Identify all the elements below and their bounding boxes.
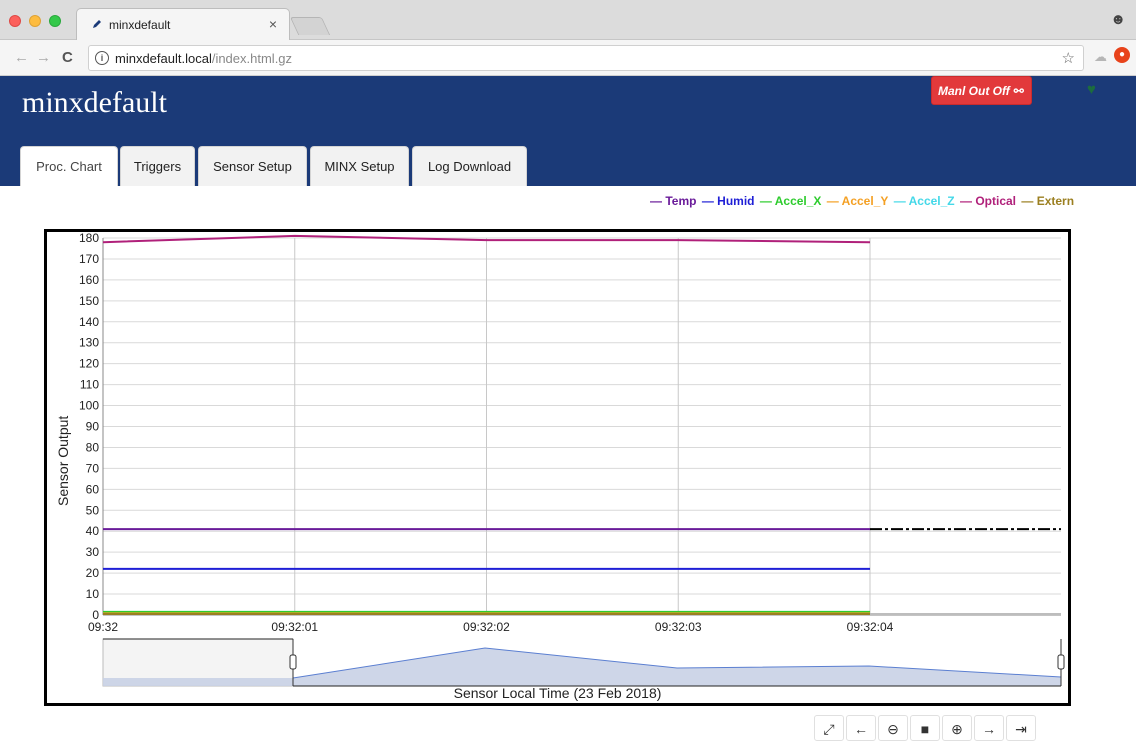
y-tick-label: 180	[79, 232, 99, 245]
y-tick-label: 160	[79, 273, 99, 287]
tab-minx-setup[interactable]: MINX Setup	[310, 146, 409, 186]
legend-item-optical[interactable]: — Optical	[960, 194, 1016, 208]
y-tick-label: 130	[79, 336, 99, 350]
y-axis-label: Sensor Output	[55, 415, 71, 506]
new-tab-button[interactable]	[289, 17, 331, 35]
heartbeat-icon: ♥	[1087, 81, 1096, 98]
y-tick-label: 170	[79, 252, 99, 266]
x-tick-label: 09:32:03	[655, 620, 702, 634]
close-window-button[interactable]	[9, 15, 21, 27]
info-icon[interactable]: i	[95, 51, 109, 65]
legend-item-accel-z[interactable]: — Accel_Z	[894, 194, 955, 208]
x-axis-label: Sensor Local Time (23 Feb 2018)	[453, 685, 662, 701]
app-header: minxdefault Manl Out Off ⚯ ♥ Proc. Chart …	[0, 76, 1136, 186]
y-tick-label: 150	[79, 294, 99, 308]
y-tick-label: 10	[86, 587, 100, 601]
minimize-window-button[interactable]	[29, 15, 41, 27]
y-tick-label: 70	[86, 461, 100, 475]
y-tick-label: 80	[86, 440, 100, 454]
y-tick-label: 40	[86, 524, 100, 538]
maximize-window-button[interactable]	[49, 15, 61, 27]
extension-record-icon[interactable]: ●	[1114, 47, 1130, 63]
zoom-in-icon[interactable]: ⊕	[942, 715, 972, 741]
pan-left-icon[interactable]: ←	[846, 715, 876, 741]
tab-sensor-setup[interactable]: Sensor Setup	[198, 146, 307, 186]
x-tick-label: 09:32:02	[463, 620, 510, 634]
pencil-icon	[93, 20, 101, 28]
x-tick-label: 09:32	[88, 620, 118, 634]
browser-titlebar: minxdefault × ☻	[0, 0, 1136, 40]
x-tick-label: 09:32:04	[847, 620, 894, 634]
address-bar[interactable]: i minxdefault.local/index.html.gz ☆	[88, 45, 1084, 71]
manual-output-button[interactable]: Manl Out Off ⚯	[931, 76, 1032, 105]
chart-legend: — Temp — Humid — Accel_X — Accel_Y — Acc…	[650, 194, 1076, 208]
bookmark-star-icon[interactable]: ☆	[1062, 49, 1075, 67]
reload-icon[interactable]: C	[62, 49, 73, 66]
y-tick-label: 110	[80, 378, 99, 392]
pan-right-icon[interactable]: →	[974, 715, 1004, 741]
y-tick-label: 30	[86, 545, 100, 559]
legend-item-accel-x[interactable]: — Accel_X	[760, 194, 822, 208]
extension-cloud-icon[interactable]: ☁	[1094, 49, 1107, 65]
url-text[interactable]: minxdefault.local/index.html.gz	[115, 51, 292, 66]
y-tick-label: 60	[86, 482, 100, 496]
forward-icon[interactable]: →	[36, 49, 51, 66]
tab-log-download[interactable]: Log Download	[412, 146, 527, 186]
y-tick-label: 20	[86, 566, 100, 580]
tab-close-icon[interactable]: ×	[269, 16, 277, 32]
tab-title: minxdefault	[109, 18, 171, 32]
legend-item-temp[interactable]: — Temp	[650, 194, 696, 208]
zoom-out-icon[interactable]: ⊖	[878, 715, 908, 741]
stop-icon[interactable]: ■	[910, 715, 940, 741]
range-handle	[289, 654, 297, 670]
y-tick-label: 120	[79, 357, 99, 371]
legend-item-accel-y[interactable]: — Accel_Y	[827, 194, 889, 208]
legend-item-humid[interactable]: — Humid	[702, 194, 755, 208]
plug-icon: ⚯	[1013, 84, 1024, 98]
tab-proc-chart[interactable]: Proc. Chart	[20, 146, 118, 186]
back-icon[interactable]: ←	[14, 49, 29, 66]
tab-triggers[interactable]: Triggers	[120, 146, 195, 186]
profile-icon[interactable]: ☻	[1110, 11, 1126, 28]
y-tick-label: 50	[86, 503, 100, 517]
go-latest-icon[interactable]: ⇥	[1006, 715, 1036, 741]
y-tick-label: 90	[86, 420, 100, 434]
y-tick-label: 140	[79, 315, 99, 329]
y-tick-label: 100	[79, 399, 99, 413]
app-title: minxdefault	[22, 86, 167, 119]
manual-output-label: Manl Out Off	[938, 84, 1010, 98]
legend-item-extern[interactable]: — Extern	[1021, 194, 1074, 208]
chart-svg[interactable]: 0102030405060708090100110120130140150160…	[47, 232, 1068, 703]
browser-tab[interactable]: minxdefault ×	[76, 8, 290, 40]
fit-icon[interactable]: ⤢	[814, 715, 844, 741]
range-handle	[1057, 654, 1065, 670]
x-tick-label: 09:32:01	[271, 620, 318, 634]
browser-toolbar: ← → C i minxdefault.local/index.html.gz …	[0, 40, 1136, 76]
chart-container: 0 10 20 30 40 50 60 70 80 90 100 110 120 130 140 150 160…	[44, 229, 1071, 706]
